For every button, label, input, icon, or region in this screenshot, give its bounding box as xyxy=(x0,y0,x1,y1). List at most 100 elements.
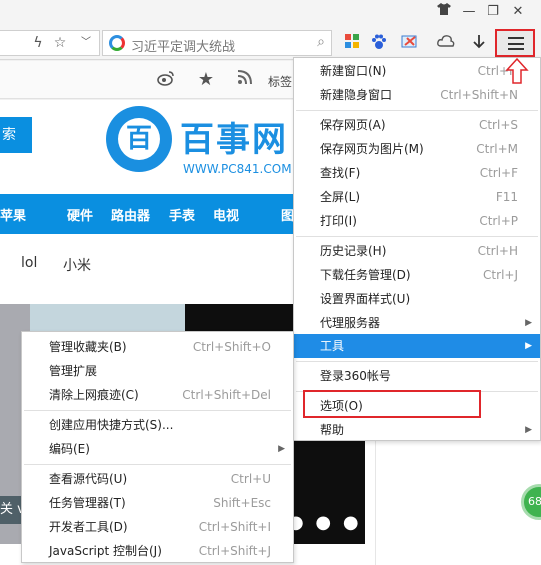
menu-item-shortcut: Ctrl+M xyxy=(476,142,518,156)
menu-item-shortcut: Ctrl+P xyxy=(479,214,518,228)
menu-item-label: 新建窗口(N) xyxy=(320,64,387,78)
menu-separator xyxy=(296,361,538,362)
close-window-button[interactable]: ✕ xyxy=(507,3,529,21)
submenu-item-label: 查看源代码(U) xyxy=(49,472,128,486)
menu-item-label: 保存网页(A) xyxy=(320,118,386,132)
menu-item-help[interactable]: 帮助 ▶ xyxy=(294,418,540,442)
nav-item[interactable]: 手表 xyxy=(169,205,195,224)
title-bar: — ❐ ✕ xyxy=(0,0,541,26)
hamburger-menu-icon xyxy=(508,37,524,50)
submenu-item-extensions[interactable]: 管理扩展 xyxy=(22,359,293,383)
carousel-dots[interactable]: ● ● ● xyxy=(288,512,362,533)
maximize-button[interactable]: ❐ xyxy=(482,3,504,21)
menu-separator xyxy=(24,464,291,465)
search-input[interactable]: 习近平定调大统战 ⌕ xyxy=(102,30,332,56)
menu-item-incognito[interactable]: 新建隐身窗口 Ctrl+Shift+N xyxy=(294,83,540,107)
chevron-right-icon: ▶ xyxy=(278,444,285,454)
menu-item-proxy[interactable]: 代理服务器 ▶ xyxy=(294,311,540,335)
nav-item[interactable]: 硬件 xyxy=(67,205,93,224)
menu-item-label: 登录360帐号 xyxy=(320,369,391,383)
address-bar[interactable]: ϟ ☆ ﹀ xyxy=(0,30,100,56)
menu-item-login-360[interactable]: 登录360帐号 xyxy=(294,364,540,388)
menu-item-save-as-image[interactable]: 保存网页为图片(M) Ctrl+M xyxy=(294,137,540,161)
menu-item-label: 帮助 xyxy=(320,423,345,437)
submenu-item-shortcut: Shift+Esc xyxy=(213,496,271,510)
site-logo-icon[interactable]: 百 xyxy=(106,106,172,172)
menu-item-label: 保存网页为图片(M) xyxy=(320,142,424,156)
submenu-item-app-shortcut[interactable]: 创建应用快捷方式(S)... xyxy=(22,413,293,437)
chevron-right-icon: ▶ xyxy=(525,318,532,328)
weibo-icon[interactable] xyxy=(156,70,176,90)
nav-item[interactable]: 路由器 xyxy=(111,205,150,224)
submenu-item-shortcut: Ctrl+Shift+I xyxy=(198,520,271,534)
lightning-icon[interactable]: ϟ xyxy=(28,33,48,53)
menu-item-label: 下载任务管理(D) xyxy=(320,268,411,282)
menu-separator xyxy=(296,110,538,111)
chevron-down-icon[interactable]: ﹀ xyxy=(76,33,96,53)
cloud-icon[interactable] xyxy=(436,34,456,54)
download-icon[interactable] xyxy=(469,34,489,54)
menu-item-label: 代理服务器 xyxy=(320,316,381,330)
submenu-item-view-source[interactable]: 查看源代码(U) Ctrl+U xyxy=(22,467,293,491)
rss-icon[interactable] xyxy=(235,70,255,90)
menu-item-tools[interactable]: 工具 ▶ xyxy=(294,334,540,358)
submenu-item-shortcut: Ctrl+U xyxy=(230,472,271,486)
search-submit-button[interactable]: 索 xyxy=(0,117,32,153)
screenshot-icon[interactable] xyxy=(400,34,420,54)
tag-link[interactable]: 小米 xyxy=(63,255,91,275)
chevron-right-icon: ▶ xyxy=(525,341,532,351)
menu-item-shortcut: Ctrl+Shift+N xyxy=(440,88,518,102)
submenu-item-label: 任务管理器(T) xyxy=(49,496,126,510)
submenu-item-clear-history[interactable]: 清除上网痕迹(C) Ctrl+Shift+Del xyxy=(22,383,293,407)
menu-item-theme[interactable]: 设置界面样式(U) xyxy=(294,287,540,311)
menu-item-fullscreen[interactable]: 全屏(L) F11 xyxy=(294,185,540,209)
main-menu: 新建窗口(N) Ctrl+N 新建隐身窗口 Ctrl+Shift+N 保存网页(A)… xyxy=(293,57,541,441)
menu-item-new-window[interactable]: 新建窗口(N) Ctrl+N xyxy=(294,59,540,83)
menu-separator xyxy=(24,410,291,411)
favorite-star-icon[interactable]: ★ xyxy=(196,70,216,90)
bookmark-label[interactable]: 标签 xyxy=(268,73,292,90)
highlight-box xyxy=(303,390,481,418)
apps-grid-icon[interactable] xyxy=(342,34,362,54)
menu-item-label: 设置界面样式(U) xyxy=(320,292,411,306)
submenu-item-task-manager[interactable]: 任务管理器(T) Shift+Esc xyxy=(22,491,293,515)
submenu-item-devtools[interactable]: 开发者工具(D) Ctrl+Shift+I xyxy=(22,515,293,539)
menu-item-find[interactable]: 查找(F) Ctrl+F xyxy=(294,161,540,185)
submenu-item-js-console[interactable]: JavaScript 控制台(J) Ctrl+Shift+J xyxy=(22,539,293,563)
floating-badge[interactable]: 68 xyxy=(521,484,541,520)
main-menu-button[interactable] xyxy=(495,29,535,57)
star-icon[interactable]: ☆ xyxy=(50,33,70,53)
menu-item-downloads[interactable]: 下载任务管理(D) Ctrl+J xyxy=(294,263,540,287)
submenu-item-encoding[interactable]: 编码(E) ▶ xyxy=(22,437,293,461)
shirt-icon[interactable] xyxy=(433,3,455,21)
site-logo-text[interactable]: 百事网 xyxy=(180,112,288,161)
tag-link[interactable]: lol xyxy=(21,255,37,271)
submenu-item-label: 创建应用快捷方式(S)... xyxy=(49,418,174,432)
submenu-item-bookmarks[interactable]: 管理收藏夹(B) Ctrl+Shift+O xyxy=(22,335,293,359)
nav-item[interactable]: 电视 xyxy=(213,205,239,224)
submenu-item-label: 开发者工具(D) xyxy=(49,520,128,534)
menu-item-shortcut: Ctrl+J xyxy=(483,268,518,282)
submenu-item-label: 编码(E) xyxy=(49,442,90,456)
menu-item-print[interactable]: 打印(I) Ctrl+P xyxy=(294,209,540,233)
search-placeholder: 习近平定调大统战 xyxy=(131,40,236,55)
menu-item-label: 查找(F) xyxy=(320,166,361,180)
menu-item-label: 全屏(L) xyxy=(320,190,361,204)
menu-item-save-page[interactable]: 保存网页(A) Ctrl+S xyxy=(294,113,540,137)
minimize-button[interactable]: — xyxy=(458,3,480,21)
menu-item-label: 打印(I) xyxy=(320,214,357,228)
site-url: WWW.PC841.COM xyxy=(183,162,292,176)
up-arrow-icon xyxy=(505,58,529,84)
search-icon[interactable]: ⌕ xyxy=(317,34,325,50)
menu-item-label: 历史记录(H) xyxy=(320,244,387,258)
menu-item-history[interactable]: 历史记录(H) Ctrl+H xyxy=(294,239,540,263)
submenu-item-shortcut: Ctrl+Shift+J xyxy=(198,544,271,558)
menu-item-label: 新建隐身窗口 xyxy=(320,88,393,102)
menu-separator xyxy=(296,236,538,237)
menu-item-shortcut: Ctrl+H xyxy=(477,244,518,258)
menu-item-shortcut: F11 xyxy=(495,190,518,204)
nav-item[interactable]: 苹果 xyxy=(0,205,26,224)
watermark-banner xyxy=(30,304,185,334)
paw-icon[interactable] xyxy=(369,34,389,54)
submenu-item-label: 清除上网痕迹(C) xyxy=(49,388,139,402)
